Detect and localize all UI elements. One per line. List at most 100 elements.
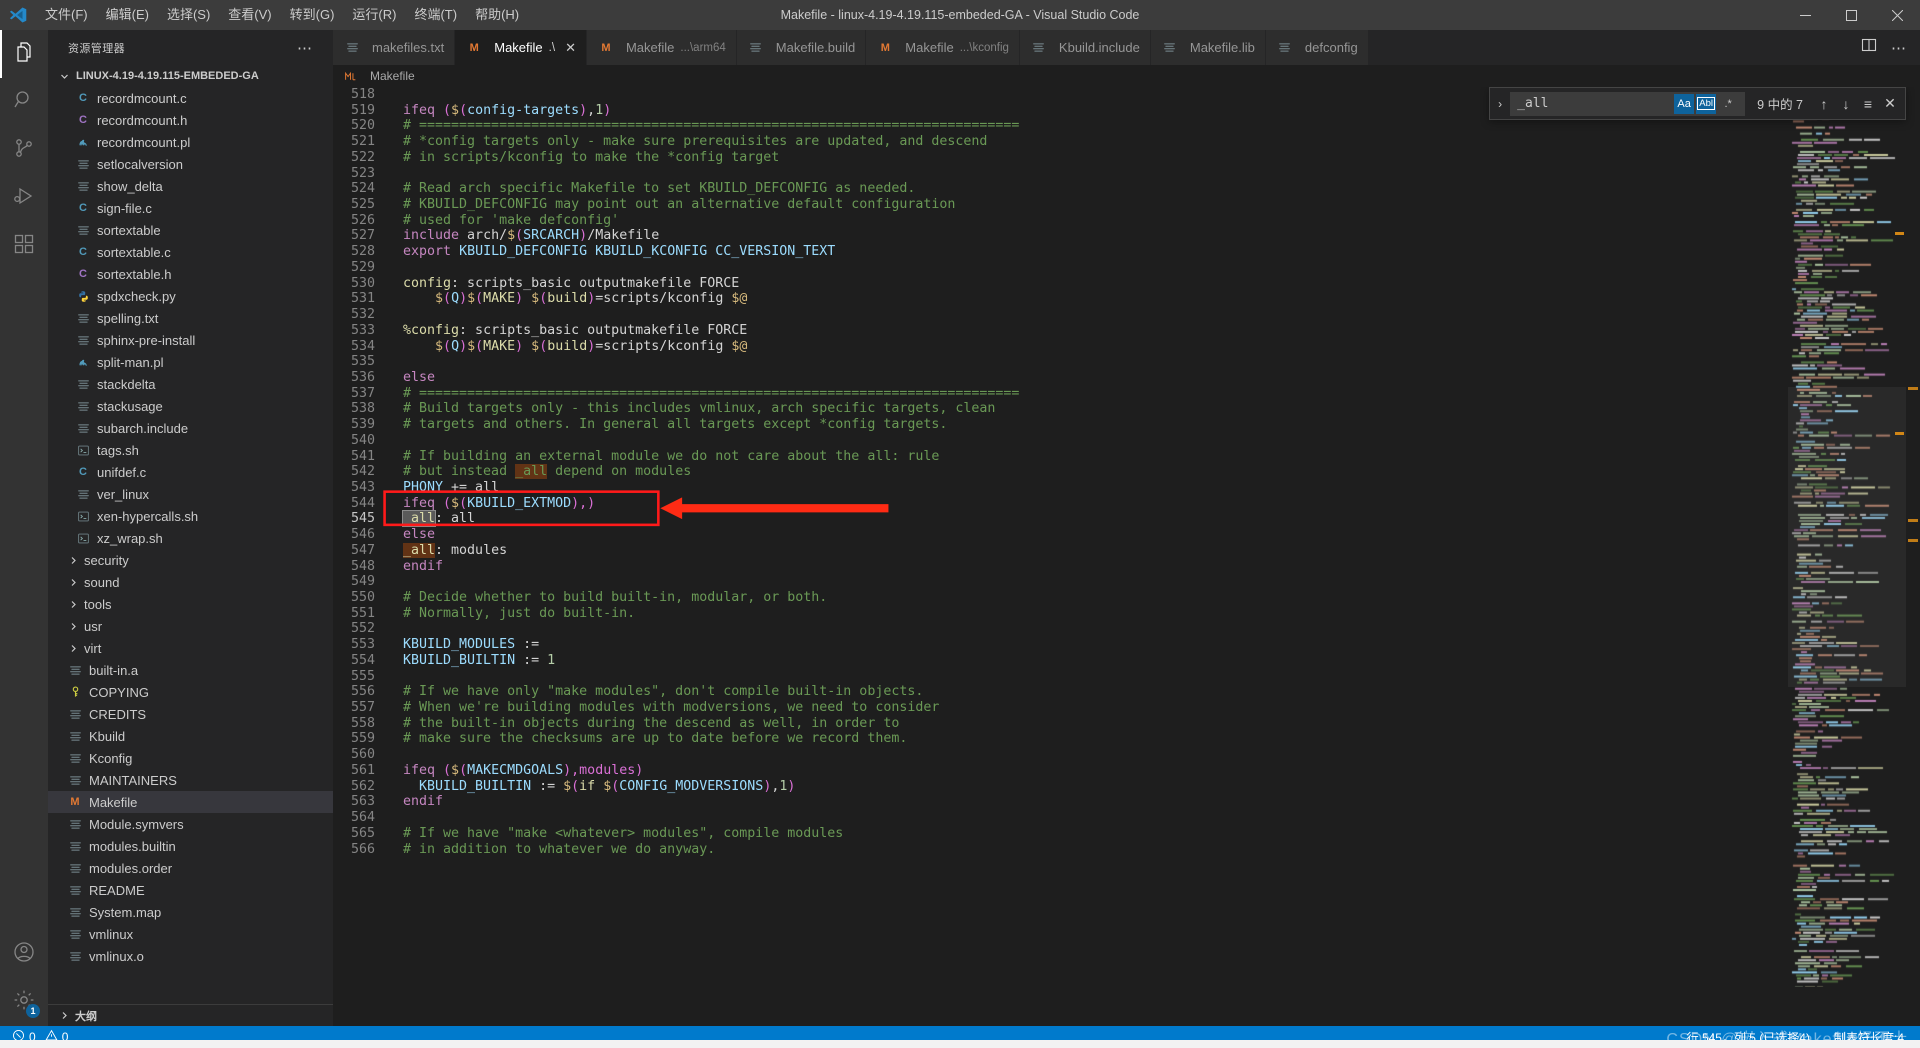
menu-item-help[interactable]: 帮助(H) [466, 0, 528, 30]
editor-tab[interactable]: M Makefile ...\arm64 [586, 30, 737, 65]
tree-file-item[interactable]: Csign-file.c [48, 197, 333, 219]
breadcrumb[interactable]: Makefile [333, 65, 1920, 87]
explorer-folder-header[interactable]: LINUX-4.19-4.19.115-EMBEDED-GA [48, 65, 333, 87]
whole-word-toggle[interactable]: Abl [1696, 93, 1717, 114]
tree-file-item[interactable]: Crecordmcount.c [48, 87, 333, 109]
tree-file-item[interactable]: modules.order [48, 857, 333, 879]
tree-folder-item[interactable]: security [48, 549, 333, 571]
minimap-slider[interactable] [1788, 387, 1906, 687]
toggle-replace-icon[interactable]: › [1490, 97, 1510, 111]
accounts-button[interactable] [0, 930, 48, 978]
code-line[interactable]: 555 [333, 669, 1788, 685]
tree-file-item[interactable]: MAINTAINERS [48, 769, 333, 791]
sidebar-item-explorer[interactable] [0, 30, 48, 78]
tree-file-item[interactable]: README [48, 879, 333, 901]
tree-file-item[interactable]: Csortextable.c [48, 241, 333, 263]
tree-file-item[interactable]: xen-hypercalls.sh [48, 505, 333, 527]
code-line[interactable]: 534 $(Q)$(MAKE) $(build)=scripts/kconfig… [333, 339, 1788, 355]
tree-file-item[interactable]: setlocalversion [48, 153, 333, 175]
sidebar-item-search[interactable] [0, 78, 48, 126]
tree-file-item[interactable]: sphinx-pre-install [48, 329, 333, 351]
code-line[interactable]: 530 config: scripts_basic outputmakefile … [333, 276, 1788, 292]
code-line[interactable]: 540 [333, 433, 1788, 449]
find-input[interactable] [1517, 96, 1636, 111]
tree-file-item[interactable]: vmlinux [48, 923, 333, 945]
find-input-wrapper[interactable]: Aa Abl .* [1510, 91, 1746, 116]
tree-file-item[interactable]: tags.sh [48, 439, 333, 461]
menu-item-file[interactable]: 文件(F) [36, 0, 97, 30]
tree-file-item[interactable]: recordmcount.pl [48, 131, 333, 153]
code-line[interactable]: 541 # If building an external module we d… [333, 449, 1788, 465]
code-line[interactable]: 556 # If we have only "make modules", don… [333, 684, 1788, 700]
maximize-button[interactable] [1828, 0, 1874, 30]
code-line[interactable]: 564 [333, 810, 1788, 826]
tree-file-item[interactable]: built-in.a [48, 659, 333, 681]
menu-item-run[interactable]: 运行(R) [343, 0, 405, 30]
tree-file-item[interactable]: spelling.txt [48, 307, 333, 329]
editor-tab[interactable]: M Makefile .\ ✕ [455, 30, 587, 65]
match-case-toggle[interactable]: Aa [1674, 93, 1695, 114]
editor-tab[interactable]: M Makefile ...\kconfig [866, 30, 1020, 65]
code-editor[interactable]: 518 519 ifeq ($(config-targets),1) 520 # ===… [333, 87, 1788, 1026]
code-line[interactable]: 532 [333, 307, 1788, 323]
tree-file-item[interactable]: CREDITS [48, 703, 333, 725]
sidebar-item-run-and-debug[interactable] [0, 174, 48, 222]
code-line[interactable]: 549 [333, 574, 1788, 590]
minimize-button[interactable] [1782, 0, 1828, 30]
code-line[interactable]: 536 else [333, 370, 1788, 386]
tree-file-item[interactable]: Kbuild [48, 725, 333, 747]
menu-item-view[interactable]: 查看(V) [219, 0, 280, 30]
code-line[interactable]: 566 # in addition to whatever we do anywa… [333, 842, 1788, 858]
find-options[interactable]: Aa Abl .* [1674, 93, 1738, 114]
tree-file-item[interactable]: Module.symvers [48, 813, 333, 835]
menu-bar[interactable]: 文件(F) 编辑(E) 选择(S) 查看(V) 转到(G) 运行(R) 终端(T… [36, 0, 528, 30]
code-line[interactable]: 551 # Normally, just do built-in. [333, 606, 1788, 622]
close-tab-icon[interactable]: ✕ [565, 40, 576, 56]
tree-file-item[interactable]: M Makefile [48, 791, 333, 813]
close-button[interactable] [1874, 0, 1920, 30]
menu-item-terminal[interactable]: 终端(T) [405, 0, 466, 30]
editor-scrollbar[interactable] [1906, 87, 1920, 1026]
tree-file-item[interactable]: stackdelta [48, 373, 333, 395]
code-line[interactable]: 558 # the built-in objects during the des… [333, 716, 1788, 732]
code-line[interactable]: 563 endif [333, 794, 1788, 810]
tree-file-item[interactable]: vmlinux.o [48, 945, 333, 967]
editor-tabs[interactable]: makefiles.txt M Makefile .\ ✕ M Makefile ...\ar… [333, 30, 1369, 65]
editor-tab[interactable]: Makefile.build [736, 30, 867, 65]
menu-item-go[interactable]: 转到(G) [281, 0, 344, 30]
code-line[interactable]: 547 _all: modules [333, 542, 1788, 559]
tree-folder-item[interactable]: tools [48, 593, 333, 615]
file-tree[interactable]: Crecordmcount.c Crecordmcount.h recordmcou… [48, 87, 333, 1004]
tree-file-item[interactable]: split-man.pl [48, 351, 333, 373]
editor-tab[interactable]: Makefile.lib [1150, 30, 1266, 65]
code-line[interactable]: 526 # used for 'make defconfig' [333, 213, 1788, 229]
next-match-button[interactable]: ↓ [1835, 93, 1857, 115]
tree-file-item[interactable]: Crecordmcount.h [48, 109, 333, 131]
tree-file-item[interactable]: modules.builtin [48, 835, 333, 857]
sidebar-item-extensions[interactable] [0, 222, 48, 270]
code-line[interactable]: 528 export KBUILD_DEFCONFIG KBUILD_KCONFI… [333, 244, 1788, 260]
code-line[interactable]: 537 # ===================================… [333, 386, 1788, 402]
code-line[interactable]: 554 KBUILD_BUILTIN := 1 [333, 653, 1788, 669]
tree-folder-item[interactable]: virt [48, 637, 333, 659]
tree-file-item[interactable]: System.map [48, 901, 333, 923]
tree-file-item[interactable]: spdxcheck.py [48, 285, 333, 307]
code-line[interactable]: 542 # but instead _all depend on modules [333, 464, 1788, 480]
tree-file-item[interactable]: stackusage [48, 395, 333, 417]
tree-file-item[interactable]: show_delta [48, 175, 333, 197]
editor-tab[interactable]: defconfig [1265, 30, 1369, 65]
code-line[interactable]: 533 %config: scripts_basic outputmakefile… [333, 323, 1788, 339]
tree-file-item[interactable]: Kconfig [48, 747, 333, 769]
tree-file-item[interactable]: Csortextable.h [48, 263, 333, 285]
code-line[interactable]: 553 KBUILD_MODULES := [333, 637, 1788, 653]
menu-item-selection[interactable]: 选择(S) [158, 0, 219, 30]
tree-file-item[interactable]: Cunifdef.c [48, 461, 333, 483]
code-line[interactable]: 562 KBUILD_BUILTIN := $(if $(CONFIG_MODV… [333, 779, 1788, 795]
code-line[interactable]: 520 # ===================================… [333, 118, 1788, 134]
code-line[interactable]: 538 # Build targets only - this includes … [333, 401, 1788, 417]
outline-section-header[interactable]: 大纲 [48, 1004, 333, 1026]
code-line[interactable]: 565 # If we have "make <whatever> modules… [333, 826, 1788, 842]
editor-more-actions-button[interactable]: ⋯ [1891, 39, 1906, 57]
code-line[interactable]: 535 [333, 354, 1788, 370]
code-line[interactable]: 527 include arch/$(SRCARCH)/Makefile [333, 228, 1788, 244]
